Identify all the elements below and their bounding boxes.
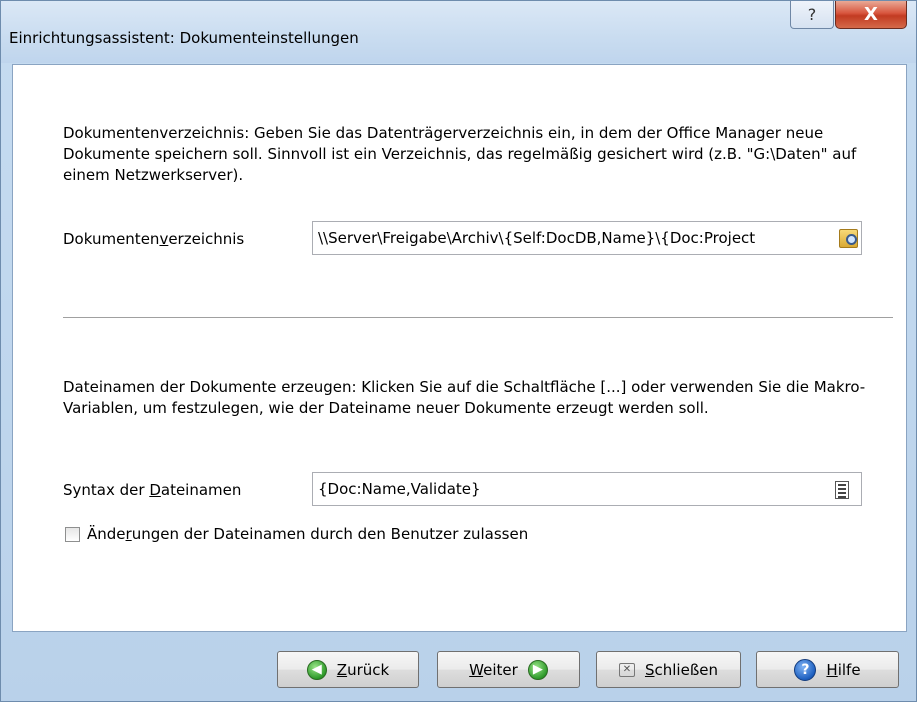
filename-syntax-label: Syntax der Dateinamen bbox=[63, 481, 242, 499]
folder-browse-icon[interactable] bbox=[839, 229, 858, 248]
filename-description: Dateinamen der Dokumente erzeugen: Klick… bbox=[63, 378, 866, 417]
arrow-right-icon: ▶ bbox=[527, 659, 548, 680]
arrow-left-icon: ◀ bbox=[306, 659, 327, 680]
help-button[interactable]: ? Hilfe bbox=[756, 651, 899, 688]
window-title: Einrichtungsassistent: Dokumenteinstellu… bbox=[9, 29, 359, 47]
section-divider bbox=[63, 317, 893, 318]
allow-rename-label[interactable]: Änderungen der Dateinamen durch den Benu… bbox=[87, 525, 528, 543]
title-help-button[interactable]: ? bbox=[790, 1, 834, 29]
filename-syntax-input[interactable]: {Doc:Name,Validate} bbox=[312, 472, 862, 506]
close-x-icon: ✕ bbox=[618, 662, 635, 677]
title-bar: Einrichtungsassistent: Dokumenteinstellu… bbox=[1, 1, 916, 63]
directory-input-value: \\Server\Freigabe\Archiv\{Self:DocDB,Nam… bbox=[318, 229, 756, 247]
title-close-button[interactable]: X bbox=[835, 1, 907, 29]
close-button-label: Schließen bbox=[644, 660, 719, 679]
question-mark-icon: ? bbox=[807, 5, 817, 24]
directory-label: Dokumentenverzeichnis bbox=[63, 230, 245, 248]
back-button[interactable]: ◀ Zurück bbox=[277, 651, 419, 688]
allow-rename-checkbox[interactable] bbox=[65, 527, 80, 542]
next-button-label: Weiter bbox=[469, 660, 518, 679]
help-button-label: Hilfe bbox=[826, 660, 861, 679]
directory-description: Dokumentenverzeichnis: Geben Sie das Dat… bbox=[63, 124, 857, 184]
filename-syntax-value: {Doc:Name,Validate} bbox=[318, 480, 481, 498]
content-panel: Dokumentenverzeichnis: Geben Sie das Dat… bbox=[12, 64, 907, 632]
help-icon: ? bbox=[794, 658, 817, 681]
close-icon: X bbox=[864, 4, 878, 25]
wizard-window: Einrichtungsassistent: Dokumenteinstellu… bbox=[0, 0, 917, 702]
back-button-label: Zurück bbox=[336, 660, 390, 679]
close-button[interactable]: ✕ Schließen bbox=[596, 651, 741, 688]
next-button[interactable]: Weiter ▶ bbox=[437, 651, 580, 688]
macro-list-icon[interactable] bbox=[835, 481, 849, 499]
directory-input[interactable]: \\Server\Freigabe\Archiv\{Self:DocDB,Nam… bbox=[312, 221, 862, 255]
